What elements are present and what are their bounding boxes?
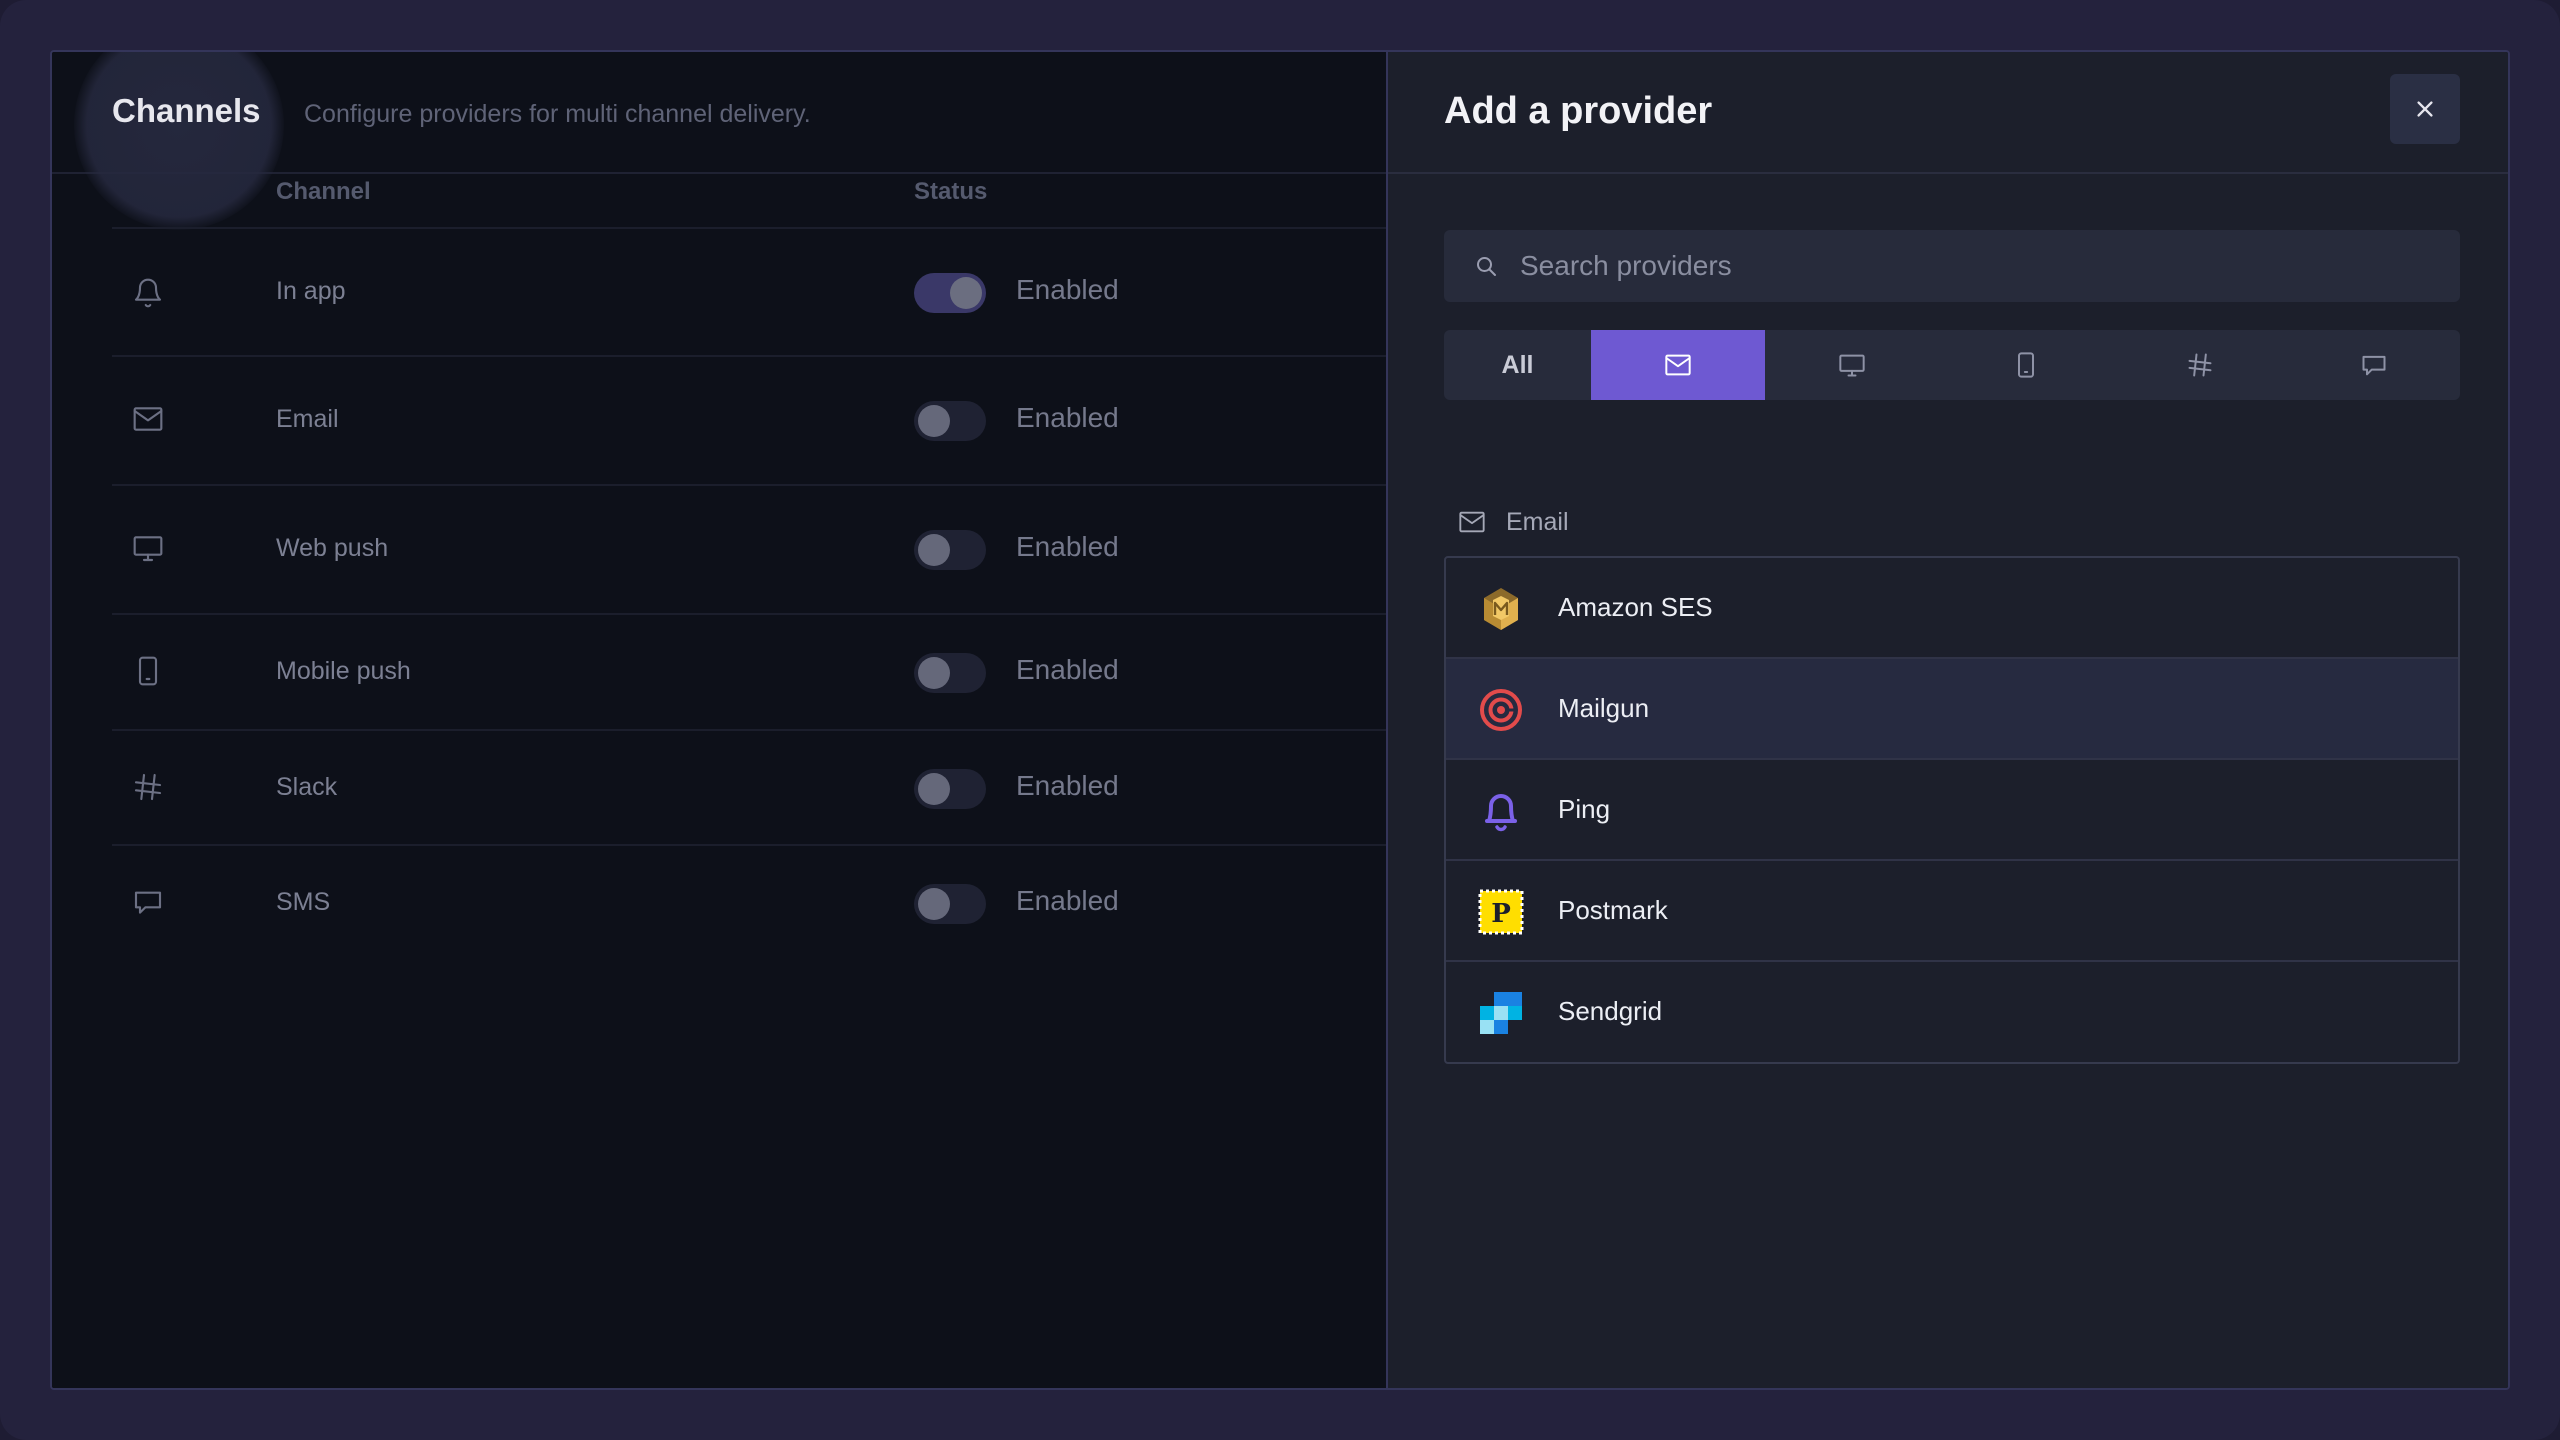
toggle-email[interactable]	[914, 401, 986, 441]
toggle-knob	[918, 888, 950, 920]
channel-name: Email	[276, 405, 339, 433]
column-header-status: Status	[914, 178, 988, 205]
amazon-ses-logo	[1478, 586, 1524, 632]
mail-icon	[132, 403, 164, 435]
provider-name: Mailgun	[1558, 693, 1650, 723]
toggle-slack[interactable]	[914, 769, 986, 809]
smartphone-icon	[2018, 352, 2034, 378]
channels-pane: Channels Configure providers for multi c…	[52, 52, 1386, 1388]
svg-text:P: P	[1491, 899, 1511, 929]
slack-icon	[2188, 353, 2212, 377]
search-icon	[1477, 257, 1496, 276]
channel-status: Enabled	[1016, 654, 1119, 685]
channel-row-slack: Slack Enabled	[112, 731, 1386, 846]
toggle-in-app[interactable]	[914, 273, 986, 313]
page-subtitle: Configure providers for multi channel de…	[304, 100, 811, 128]
panel-header: Add a provider	[1388, 52, 2508, 174]
focus-highlight	[74, 52, 284, 230]
provider-item-amazon-ses[interactable]: Amazon SES	[1446, 558, 2458, 659]
page-title: Channels	[112, 92, 261, 129]
toggle-knob	[950, 277, 982, 309]
provider-list: Amazon SES Mailgun Ping P Postmark Sendg…	[1444, 556, 2460, 1064]
search-input[interactable]	[1520, 230, 2440, 302]
provider-name: Sendgrid	[1558, 996, 1663, 1026]
provider-name: Ping	[1558, 794, 1611, 824]
channel-status: Enabled	[1016, 885, 1119, 916]
mail-icon	[1665, 354, 1691, 376]
toggle-web-push[interactable]	[914, 530, 986, 570]
toggle-mobile-push[interactable]	[914, 653, 986, 693]
postmark-logo: P	[1478, 889, 1524, 935]
message-icon	[2362, 355, 2385, 376]
column-header-channel: Channel	[276, 178, 371, 205]
search-box	[1444, 230, 2460, 302]
bell-icon	[132, 277, 164, 309]
mailgun-logo	[1478, 687, 1524, 733]
monitor-icon	[1839, 354, 1865, 377]
app-frame: Channels Configure providers for multi c…	[0, 0, 2560, 1440]
monitor-icon	[132, 532, 164, 564]
provider-item-ping[interactable]: Ping	[1446, 760, 2458, 861]
toggle-sms[interactable]	[914, 884, 986, 924]
channel-name: Mobile push	[276, 657, 411, 685]
channel-row-in-app: In app Enabled	[112, 229, 1386, 357]
provider-item-mailgun[interactable]: Mailgun	[1446, 659, 2458, 760]
provider-name: Postmark	[1558, 895, 1668, 925]
toggle-knob	[918, 657, 950, 689]
close-button[interactable]	[2390, 74, 2460, 144]
channel-name: In app	[276, 277, 346, 305]
toggle-knob	[918, 534, 950, 566]
tab-web-push[interactable]	[1765, 330, 1939, 400]
provider-item-sendgrid[interactable]: Sendgrid	[1446, 962, 2458, 1062]
tab-all[interactable]: All	[1444, 330, 1591, 400]
tab-email[interactable]	[1591, 330, 1765, 400]
tab-sms[interactable]	[2287, 330, 2460, 400]
channel-status: Enabled	[1016, 531, 1119, 562]
close-icon	[2417, 101, 2433, 117]
slack-icon	[132, 771, 164, 803]
provider-item-postmark[interactable]: P Postmark	[1446, 861, 2458, 962]
channel-filter-tabs: All	[1444, 330, 2460, 400]
channel-row-mobile-push: Mobile push Enabled	[112, 615, 1386, 731]
channel-name: Slack	[276, 773, 338, 801]
smartphone-icon	[132, 655, 164, 687]
message-icon	[132, 886, 164, 918]
channel-status: Enabled	[1016, 770, 1119, 801]
section-header-email: Email	[1458, 504, 1569, 540]
channel-name: SMS	[276, 888, 331, 916]
channel-status: Enabled	[1016, 402, 1119, 433]
add-provider-panel: Add a provider All	[1386, 52, 2508, 1388]
channels-header: Channels Configure providers for multi c…	[52, 52, 1386, 230]
tab-slack[interactable]	[2113, 330, 2287, 400]
app-window: Channels Configure providers for multi c…	[50, 50, 2510, 1390]
ping-logo	[1478, 788, 1524, 834]
channel-row-email: Email Enabled	[112, 357, 1386, 486]
channel-status: Enabled	[1016, 274, 1119, 305]
sendgrid-logo	[1478, 990, 1524, 1036]
channel-row-web-push: Web push Enabled	[112, 486, 1386, 615]
mail-icon	[1459, 511, 1485, 533]
toggle-knob	[918, 405, 950, 437]
panel-title: Add a provider	[1444, 90, 1713, 132]
toggle-knob	[918, 773, 950, 805]
channel-row-sms: SMS Enabled	[112, 846, 1386, 961]
section-title: Email	[1506, 507, 1569, 536]
provider-name: Amazon SES	[1558, 592, 1713, 622]
tab-mobile-push[interactable]	[1939, 330, 2113, 400]
channel-name: Web push	[276, 534, 389, 562]
